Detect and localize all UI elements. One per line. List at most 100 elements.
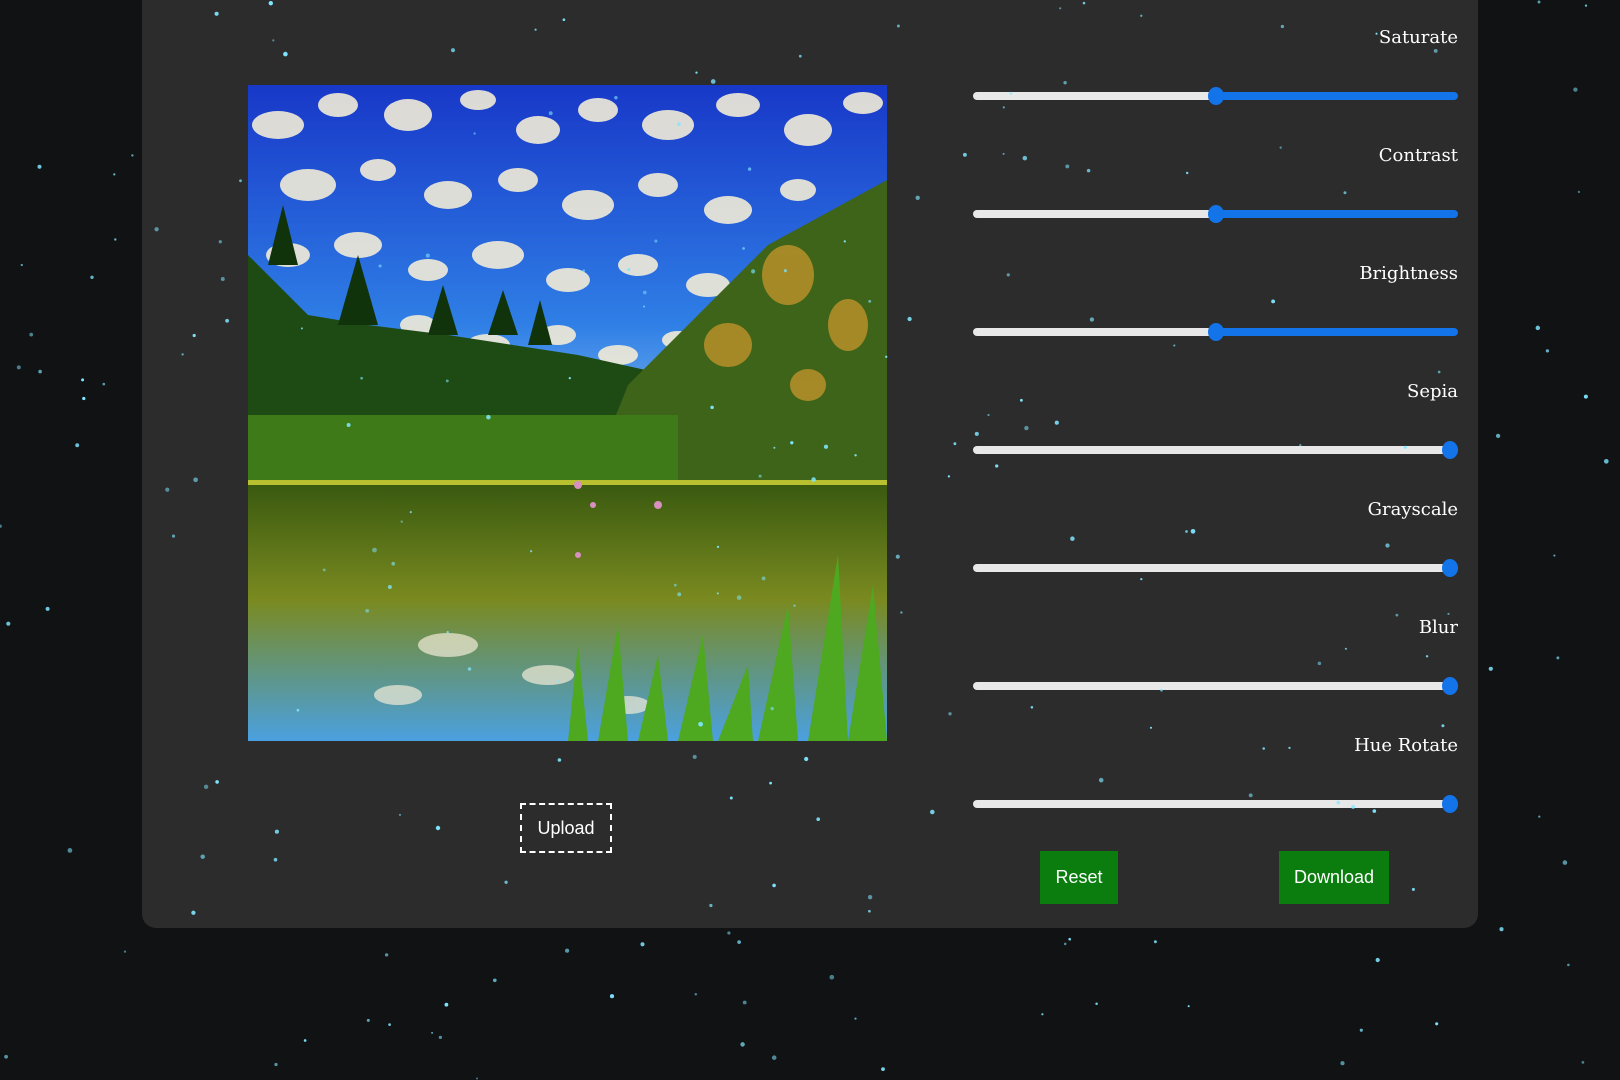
star-dot [492, 978, 497, 983]
star-dot [694, 993, 698, 996]
star-dot [123, 950, 127, 953]
star-dot [431, 1031, 434, 1034]
grayscale-slider[interactable] [973, 558, 1458, 578]
star-dot [366, 1018, 370, 1022]
star-dot [303, 1039, 307, 1042]
star-dot [75, 443, 80, 448]
star-dot [727, 931, 731, 935]
star-dot [829, 974, 835, 980]
hue-rotate-slider-thumb[interactable] [1442, 795, 1458, 813]
sepia-slider-thumb[interactable] [1442, 441, 1458, 459]
star-dot [1567, 963, 1570, 967]
saturate-label: Saturate [1378, 27, 1458, 48]
sepia-label: Sepia [1407, 381, 1458, 402]
contrast-label: Contrast [1378, 145, 1458, 166]
star-dot [854, 1017, 857, 1020]
star-dot [740, 1042, 745, 1047]
star-dot [114, 238, 117, 241]
star-dot [1583, 394, 1588, 399]
star-dot [1573, 87, 1578, 92]
blur-label: Blur [1418, 617, 1458, 638]
grayscale-slider-thumb[interactable] [1442, 559, 1458, 577]
reset-button[interactable]: Reset [1040, 851, 1118, 904]
upload-button[interactable]: Upload [520, 803, 612, 853]
star-dot [38, 369, 42, 374]
star-dot [37, 164, 42, 169]
star-dot [113, 173, 116, 176]
contrast-slider-fill [1216, 210, 1458, 218]
star-dot [4, 1054, 8, 1059]
saturate-slider[interactable] [973, 86, 1458, 106]
star-dot [29, 332, 34, 337]
star-dot [1095, 1002, 1098, 1005]
grayscale-label: Grayscale [1367, 499, 1458, 520]
star-dot [1545, 349, 1550, 353]
brightness-slider-thumb[interactable] [1208, 323, 1224, 341]
sepia-slider-track [973, 446, 1450, 454]
hue-rotate-label: Hue Rotate [1354, 735, 1458, 756]
star-dot [0, 524, 2, 528]
contrast-slider-track [973, 210, 1216, 218]
star-dot [131, 154, 134, 157]
saturate-slider-fill [1216, 92, 1458, 100]
star-dot [16, 365, 21, 370]
star-dot [742, 1000, 747, 1005]
brightness-slider[interactable] [973, 322, 1458, 342]
hue-rotate-slider[interactable] [973, 794, 1458, 814]
star-dot [1553, 554, 1556, 557]
star-dot [82, 396, 86, 401]
star-dot [640, 942, 645, 947]
blur-slider-thumb[interactable] [1442, 677, 1458, 695]
contrast-slider[interactable] [973, 204, 1458, 224]
star-dot [1556, 656, 1560, 660]
sepia-slider[interactable] [973, 440, 1458, 460]
star-dot [1488, 666, 1493, 671]
star-dot [1499, 927, 1504, 932]
star-dot [1041, 1013, 1044, 1016]
star-dot [384, 953, 389, 957]
brightness-slider-fill [1216, 328, 1458, 336]
star-dot [81, 378, 85, 382]
preview-image [248, 85, 887, 741]
star-dot [388, 1023, 391, 1026]
star-dot [1562, 860, 1568, 865]
star-dot [1581, 1061, 1585, 1064]
star-dot [1538, 815, 1541, 818]
star-dot [1495, 433, 1501, 439]
star-dot [565, 948, 570, 953]
saturate-slider-track [973, 92, 1216, 100]
hue-rotate-slider-track [973, 800, 1450, 808]
star-dot [1535, 325, 1541, 331]
star-dot [1340, 1061, 1345, 1066]
star-dot [438, 1035, 443, 1040]
grayscale-slider-track [973, 564, 1450, 572]
star-dot [67, 848, 73, 853]
star-dot [102, 382, 106, 386]
star-dot [90, 275, 94, 279]
contrast-slider-thumb[interactable] [1208, 205, 1224, 223]
brightness-label: Brightness [1359, 263, 1458, 284]
star-dot [1153, 940, 1157, 944]
blur-slider[interactable] [973, 676, 1458, 696]
star-dot [1577, 190, 1581, 194]
star-dot [1063, 942, 1067, 946]
star-dot [1068, 937, 1072, 941]
star-dot [1537, 0, 1541, 4]
star-dot [444, 1002, 449, 1007]
star-dot [1375, 957, 1380, 963]
brightness-slider-track [973, 328, 1216, 336]
star-dot [771, 1055, 777, 1060]
star-dot [1603, 458, 1609, 464]
star-dot [6, 621, 11, 626]
star-dot [45, 606, 50, 611]
saturate-slider-thumb[interactable] [1208, 87, 1224, 105]
star-dot [881, 1067, 885, 1071]
star-dot [1435, 1022, 1439, 1026]
star-dot [609, 994, 615, 999]
star-dot [475, 1077, 479, 1080]
star-dot [737, 940, 741, 944]
star-dot [20, 263, 23, 267]
download-button[interactable]: Download [1279, 851, 1389, 904]
blur-slider-track [973, 682, 1450, 690]
star-dot [274, 1062, 278, 1067]
